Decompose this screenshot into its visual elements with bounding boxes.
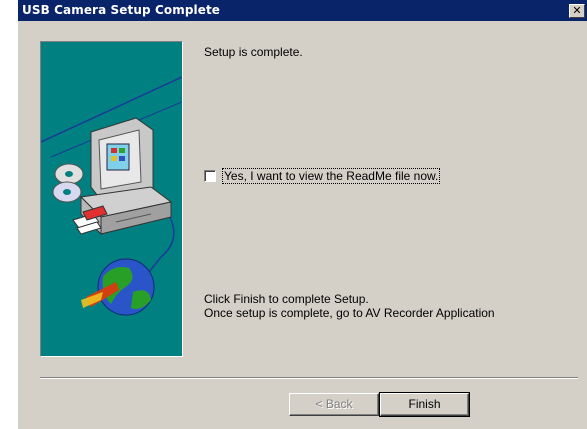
readme-checkbox-label[interactable]: Yes, I want to view the ReadMe file now. (222, 168, 441, 184)
back-button[interactable]: < Back (289, 393, 379, 416)
title-bar[interactable]: USB Camera Setup Complete ✕ (18, 0, 587, 21)
globe-icon (81, 258, 155, 316)
cd-icon (52, 163, 84, 203)
readme-checkbox[interactable] (204, 170, 216, 182)
setup-illustration (41, 76, 182, 316)
instruction-line-1: Click Finish to complete Setup. (204, 292, 369, 306)
setup-dialog: USB Camera Setup Complete ✕ Setup is com… (18, 0, 587, 429)
wizard-side-image (40, 41, 183, 357)
close-icon: ✕ (572, 4, 582, 17)
button-separator (40, 377, 578, 379)
close-button[interactable]: ✕ (569, 4, 585, 18)
setup-complete-heading: Setup is complete. (204, 45, 303, 59)
finish-button[interactable]: Finish (379, 392, 470, 417)
window-title: USB Camera Setup Complete (22, 3, 221, 17)
instruction-line-2: Once setup is complete, go to AV Recorde… (204, 306, 495, 320)
